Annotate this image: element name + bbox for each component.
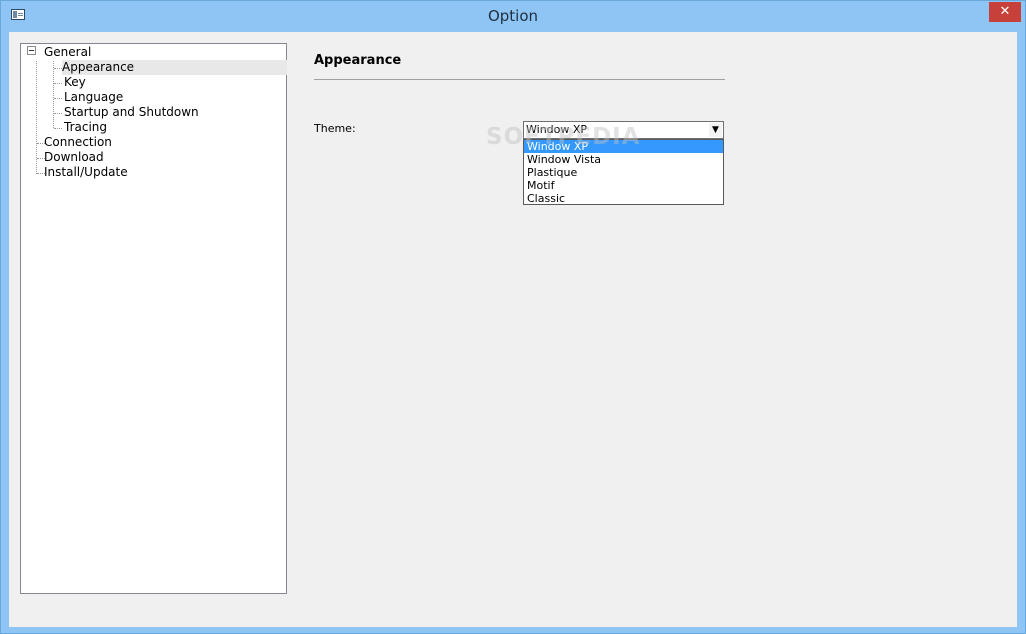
settings-tree[interactable]: General Appearance Key Language Startup … — [20, 43, 287, 594]
watermark: SOFTPEDIA — [486, 124, 641, 150]
theme-option-motif[interactable]: Motif — [524, 179, 723, 192]
client-area: General Appearance Key Language Startup … — [9, 32, 1017, 627]
option-window: Option ✕ General Appearance Key Language… — [0, 0, 1026, 634]
tree-item-key[interactable]: Key — [64, 75, 86, 90]
collapse-icon[interactable] — [27, 46, 36, 55]
tree-item-connection[interactable]: Connection — [44, 135, 112, 150]
theme-option-window-vista[interactable]: Window Vista — [524, 153, 723, 166]
tree-item-download[interactable]: Download — [44, 150, 104, 165]
tree-connector — [54, 113, 62, 114]
tree-connector — [54, 98, 62, 99]
tree-connector — [54, 83, 62, 84]
theme-option-plastique[interactable]: Plastique — [524, 166, 723, 179]
tree-connector — [54, 68, 62, 69]
tree-item-appearance[interactable]: Appearance — [62, 60, 287, 75]
window-title: Option — [487, 7, 539, 25]
tree-connector — [54, 128, 62, 129]
tree-item-startup-shutdown[interactable]: Startup and Shutdown — [64, 105, 199, 120]
theme-label: Theme: — [314, 122, 356, 135]
section-title: Appearance — [314, 53, 402, 68]
tree-connector — [53, 61, 54, 128]
tree-item-install-update[interactable]: Install/Update — [44, 165, 128, 180]
dropdown-arrow-icon[interactable]: ▼ — [709, 123, 722, 137]
tree-item-tracing[interactable]: Tracing — [64, 120, 107, 135]
section-separator — [314, 79, 725, 80]
title-bar[interactable]: Option ✕ — [1, 1, 1025, 33]
close-button[interactable]: ✕ — [989, 2, 1021, 22]
theme-option-classic[interactable]: Classic — [524, 192, 723, 205]
tree-item-general[interactable]: General — [44, 45, 91, 60]
tree-item-language[interactable]: Language — [64, 90, 123, 105]
